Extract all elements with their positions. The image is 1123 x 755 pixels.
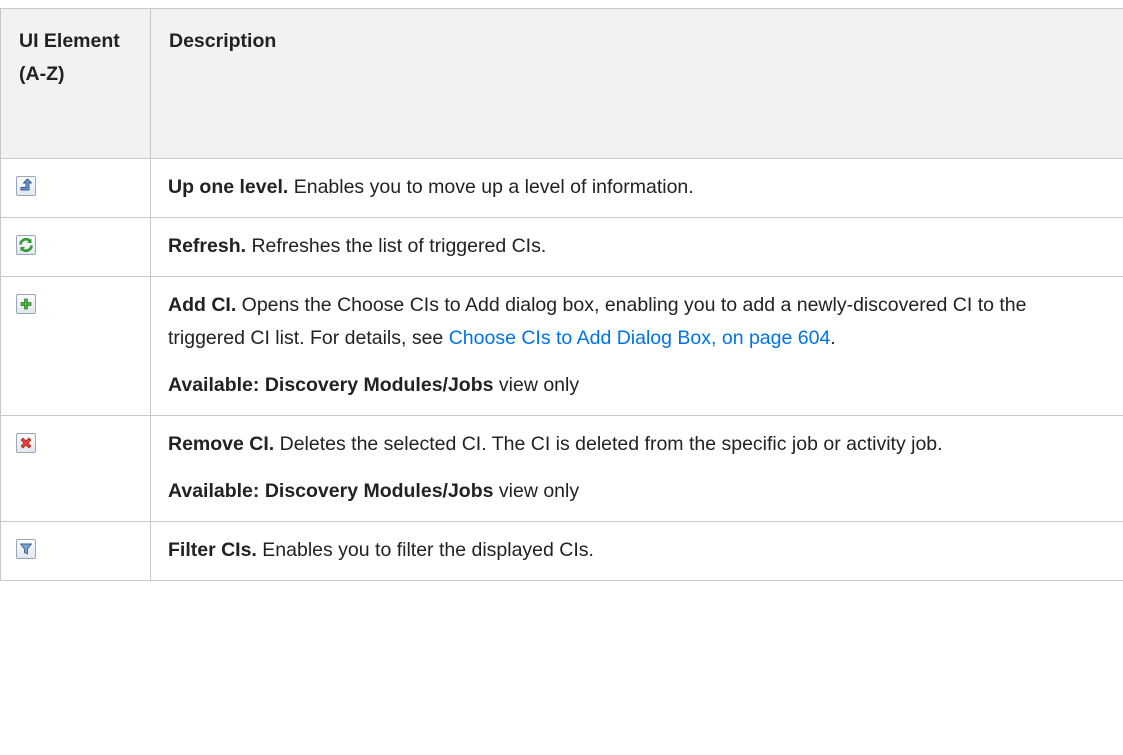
ui-elements-table: UI Element (A-Z) Description Up one leve… bbox=[0, 8, 1123, 581]
availability-text: view only bbox=[493, 374, 580, 396]
filter-icon bbox=[16, 539, 36, 559]
description-cell: Remove CI. Deletes the selected CI. The … bbox=[150, 415, 1123, 522]
icon-cell bbox=[0, 158, 151, 218]
availability-label: Available: Discovery Modules/Jobs bbox=[168, 374, 494, 396]
description-cell: Add CI. Opens the Choose CIs to Add dial… bbox=[150, 276, 1123, 416]
add-icon bbox=[16, 294, 36, 314]
description-text: Enables you to move up a level of inform… bbox=[288, 176, 694, 198]
header-description: Description bbox=[150, 8, 1123, 159]
term-filter-cis: Filter CIs. bbox=[168, 539, 257, 561]
table-row: Refresh. Refreshes the list of triggered… bbox=[0, 217, 1123, 277]
table-row: Up one level. Enables you to move up a l… bbox=[0, 158, 1123, 218]
term-up-one-level: Up one level. bbox=[168, 176, 289, 198]
icon-cell bbox=[0, 217, 151, 277]
description-text: Refreshes the list of triggered CIs. bbox=[246, 235, 547, 257]
refresh-icon bbox=[16, 235, 36, 255]
table-row: Remove CI. Deletes the selected CI. The … bbox=[0, 415, 1123, 522]
icon-cell bbox=[0, 415, 151, 522]
availability-label: Available: Discovery Modules/Jobs bbox=[168, 480, 494, 502]
choose-cis-link[interactable]: Choose CIs to Add Dialog Box, on page 60… bbox=[449, 327, 831, 349]
description-cell: Refresh. Refreshes the list of triggered… bbox=[150, 217, 1123, 277]
description-cell: Filter CIs. Enables you to filter the di… bbox=[150, 521, 1123, 581]
term-add-ci: Add CI. bbox=[168, 294, 237, 316]
icon-cell bbox=[0, 521, 151, 581]
remove-icon bbox=[16, 433, 36, 453]
icon-cell bbox=[0, 276, 151, 416]
up-one-level-icon bbox=[16, 176, 36, 196]
description-text: Enables you to filter the displayed CIs. bbox=[256, 539, 594, 561]
header-ui-element: UI Element (A-Z) bbox=[0, 8, 151, 159]
description-text: Deletes the selected CI. The CI is delet… bbox=[274, 433, 943, 455]
table-header-row: UI Element (A-Z) Description bbox=[0, 8, 1123, 159]
term-remove-ci: Remove CI. bbox=[168, 433, 275, 455]
term-refresh: Refresh. bbox=[168, 235, 247, 257]
table-row: Filter CIs. Enables you to filter the di… bbox=[0, 521, 1123, 581]
description-text-end: . bbox=[830, 327, 836, 349]
table-row: Add CI. Opens the Choose CIs to Add dial… bbox=[0, 276, 1123, 416]
availability-text: view only bbox=[493, 480, 580, 502]
description-cell: Up one level. Enables you to move up a l… bbox=[150, 158, 1123, 218]
